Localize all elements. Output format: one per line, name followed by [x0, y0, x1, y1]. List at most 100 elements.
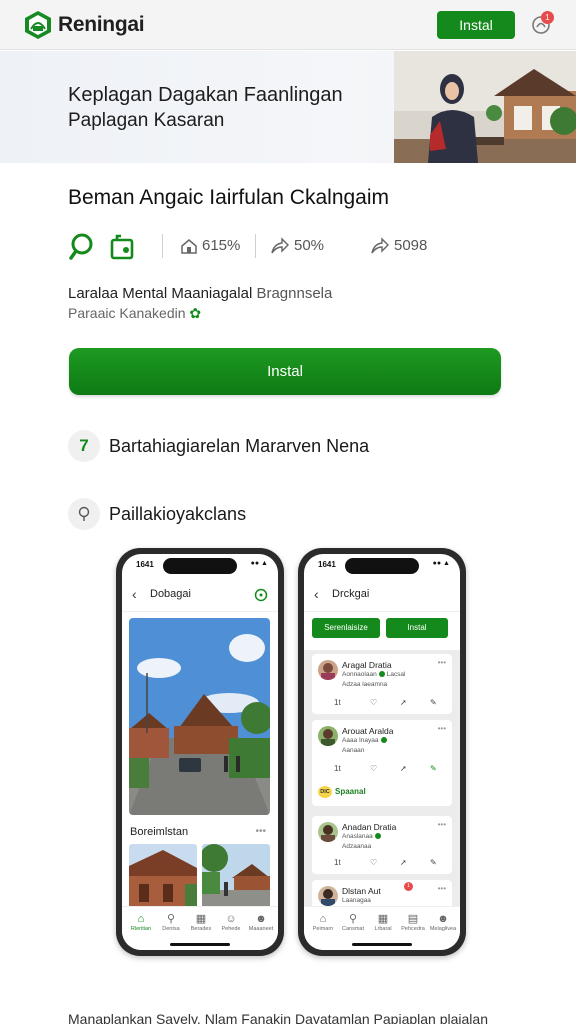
nav-label: Pehede: [221, 926, 241, 932]
share-icon: [271, 237, 289, 254]
home-icon: ⌂: [137, 913, 145, 925]
notification-badge: 1: [541, 11, 554, 24]
stat-downloads: 5098: [370, 237, 427, 255]
featured-photo[interactable]: [129, 618, 270, 815]
divider: [162, 234, 163, 258]
comment-icon[interactable]: ♡: [370, 858, 377, 867]
hero-photo: [394, 51, 576, 163]
stat-value: 50%: [294, 237, 325, 254]
bookmark-icon[interactable]: ✎: [430, 698, 437, 707]
more-options-icon[interactable]: •••: [255, 826, 266, 837]
thumbnail-photo[interactable]: [202, 844, 270, 910]
nav-item-messages[interactable]: ☺ Pehede: [216, 913, 246, 932]
nav-label: Rleritian: [130, 926, 152, 932]
avatar: [318, 886, 338, 906]
user-meta: Laanagaa: [342, 897, 371, 904]
nav-label: Pehcedra: [401, 926, 425, 932]
message-icon: ☺: [225, 913, 237, 925]
top-install-button[interactable]: Instal: [437, 11, 515, 39]
house-icon: [181, 239, 197, 254]
nav-item-home[interactable]: ⌂ Peimarn: [308, 913, 338, 932]
description-line1: Laralaa Mental Maaniagalal Bragnnsela: [68, 285, 332, 302]
nav-label: Berades: [190, 926, 212, 932]
user-meta: Aonnaolaan Lacsal: [342, 671, 406, 678]
status-dot: [378, 671, 385, 678]
verified-leaf-icon: ✿: [189, 305, 202, 321]
bottom-nav: ⌂ Peimarn ⚲ Cansmat ▦ Lrbaral ▤ Pehcedra ☻ Me…: [304, 906, 460, 950]
share-icon[interactable]: ➚: [400, 858, 407, 867]
comment-icon[interactable]: ♡: [370, 764, 377, 773]
phone-header: ‹ Drckgai: [304, 578, 460, 612]
nav-item-home[interactable]: ⌂ Rleritian: [126, 913, 156, 932]
avatar: [318, 726, 338, 746]
like-count[interactable]: 1t: [334, 858, 341, 867]
nav-item-stats[interactable]: ▤ Pehcedra: [398, 913, 428, 932]
like-count[interactable]: 1t: [334, 764, 341, 773]
stat-value: 615%: [202, 237, 241, 254]
description-main: Laralaa Mental Maaniagalal: [68, 285, 253, 302]
back-arrow-icon[interactable]: ‹: [314, 586, 319, 602]
list-item[interactable]: Arouat Aralda Aaaa Inayaa Aanaan ••• 1t …: [312, 720, 452, 806]
user-name: Arouat Aralda: [342, 726, 394, 736]
phone-header: ‹ Dobagai: [122, 578, 278, 612]
calendar-icon: ▦: [195, 913, 207, 925]
nav-item-search[interactable]: ⚲ Cansmat: [338, 913, 368, 932]
more-options-icon[interactable]: •••: [438, 724, 446, 733]
bookmark-icon[interactable]: ✎: [430, 858, 437, 867]
list-item[interactable]: Anadan Dratia Anaslanaa Adzaanaa ••• 1t …: [312, 816, 452, 874]
hero-subheadline: Paplagan Kasaran: [68, 110, 225, 131]
feature-number-badge: 7: [68, 430, 100, 462]
user-meta: Aanaan: [342, 747, 365, 754]
stat-value: 5098: [394, 237, 428, 254]
thumbnail-photo[interactable]: [129, 844, 197, 910]
more-options-icon[interactable]: •••: [438, 820, 446, 829]
home-indicator: [170, 943, 230, 946]
status-time: 1641: [136, 560, 154, 569]
bookmark-icon[interactable]: ✎: [430, 764, 437, 773]
notification-badge: 1: [404, 882, 413, 891]
more-options-icon[interactable]: •••: [438, 658, 446, 667]
share-icon: [371, 237, 389, 254]
phone-header-title: Dobagai: [150, 588, 191, 600]
user-meta: Adzaanaa: [342, 843, 372, 850]
nav-item-calendar[interactable]: ▦ Lrbaral: [368, 913, 398, 932]
badge-icon: DIC: [318, 786, 332, 798]
user-meta: Anaslanaa: [342, 833, 383, 840]
nav-label: Cansmat: [341, 926, 364, 932]
stat-shares: 50%: [270, 237, 324, 255]
profile-icon: ☻: [255, 913, 267, 925]
back-arrow-icon[interactable]: ‹: [132, 586, 137, 602]
top-bar: Reningai Instal 1: [0, 0, 576, 50]
nav-item-search[interactable]: ⚲ Dentsa: [156, 913, 186, 932]
comment-icon[interactable]: ♡: [370, 698, 377, 707]
search-icon: ⚲: [166, 913, 176, 925]
pin-icon: [78, 506, 90, 521]
description-sub: Paraaic Kanakedin: [68, 305, 186, 321]
app-logo-icon[interactable]: [22, 9, 54, 41]
share-icon[interactable]: ➚: [400, 764, 407, 773]
home-indicator: [352, 943, 412, 946]
meta-text: Anaslanaa: [342, 833, 373, 840]
feed-list: Aragal Dratia Aonnaolaan Lacsal Adzaa lae…: [304, 650, 460, 910]
tab-serenlaisize[interactable]: Serenlaisize: [312, 618, 380, 638]
nav-item-profile[interactable]: ☻ Maaaneet: [246, 913, 276, 932]
refresh-icon[interactable]: [254, 588, 268, 602]
divider: [255, 234, 256, 258]
more-options-icon[interactable]: •••: [438, 884, 446, 893]
main-install-button[interactable]: Instal: [69, 348, 501, 395]
tab-install[interactable]: Instal: [386, 618, 448, 638]
feature-item-1[interactable]: Bartahiagiarelan Mararven Nena: [109, 436, 369, 457]
nav-item-profile[interactable]: ☻ Melaglivea: [428, 913, 458, 932]
chart-icon: ▤: [407, 913, 419, 925]
status-dot: [380, 737, 387, 744]
shopping-bag-icon[interactable]: [108, 232, 136, 262]
list-item[interactable]: Aragal Dratia Aonnaolaan Lacsal Adzaa lae…: [312, 654, 452, 714]
nav-item-calendar[interactable]: ▦ Berades: [186, 913, 216, 932]
category-badge[interactable]: DIC Spaanal: [318, 786, 366, 798]
feature-item-2[interactable]: Paillakioyakclans: [109, 504, 246, 525]
hero-headline: Keplagan Dagakan Faanlingan: [68, 84, 343, 106]
share-icon[interactable]: ➚: [400, 698, 407, 707]
like-count[interactable]: 1t: [334, 698, 341, 707]
search-icon[interactable]: [68, 232, 98, 262]
profile-icon: ☻: [437, 913, 449, 925]
